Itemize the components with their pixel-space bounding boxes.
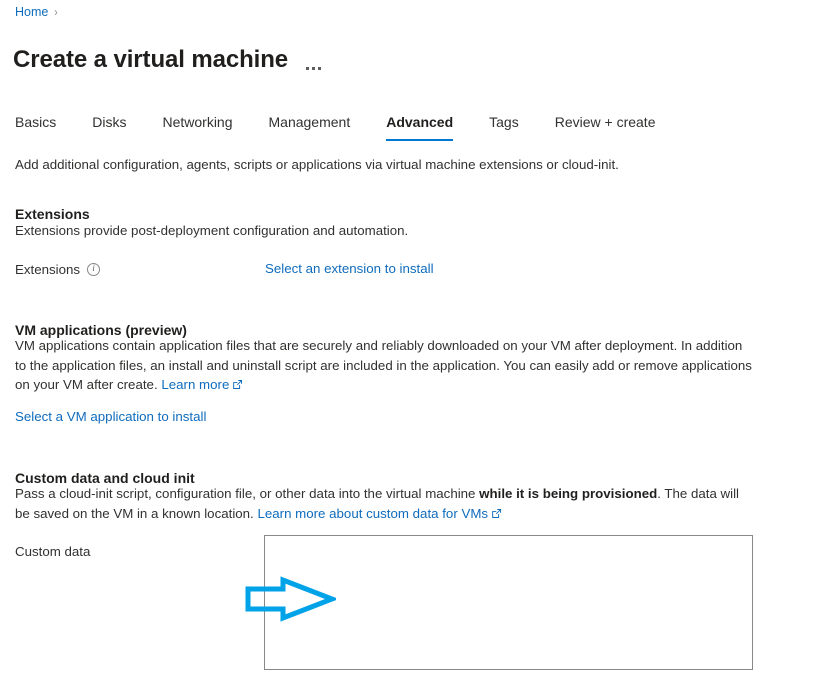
tab-networking[interactable]: Networking bbox=[162, 112, 232, 141]
external-link-icon bbox=[491, 505, 502, 525]
custom-data-description-emphasis: while it is being provisioned bbox=[479, 486, 658, 501]
vm-applications-description-text: VM applications contain application file… bbox=[15, 338, 752, 392]
tab-tags[interactable]: Tags bbox=[489, 112, 519, 141]
custom-data-description-part1: Pass a cloud-init script, configuration … bbox=[15, 486, 480, 501]
select-vm-application-to-install-link[interactable]: Select a VM application to install bbox=[15, 409, 206, 424]
wizard-tab-bar: Basics Disks Networking Management Advan… bbox=[15, 112, 656, 141]
custom-data-label-text: Custom data bbox=[15, 544, 91, 559]
select-vm-application-link-wrapper: Select a VM application to install bbox=[15, 407, 206, 426]
page-header: Create a virtual machine bbox=[13, 28, 325, 92]
tab-advanced[interactable]: Advanced bbox=[386, 112, 453, 141]
azure-create-vm-page: Home › Create a virtual machine Basics D… bbox=[0, 0, 837, 695]
custom-data-description: Pass a cloud-init script, configuration … bbox=[15, 484, 755, 524]
breadcrumb: Home › bbox=[15, 4, 58, 20]
external-link-icon bbox=[232, 376, 243, 396]
info-icon[interactable]: i bbox=[87, 263, 101, 276]
custom-data-field-label: Custom data bbox=[15, 542, 90, 561]
breadcrumb-chevron-right-icon: › bbox=[54, 5, 58, 19]
tab-management[interactable]: Management bbox=[269, 112, 351, 141]
tab-disks[interactable]: Disks bbox=[92, 112, 126, 141]
vm-applications-learn-more-link[interactable]: Learn more bbox=[161, 377, 229, 392]
extensions-field-label: Extensions i bbox=[15, 260, 101, 279]
select-extension-link-wrapper: Select an extension to install bbox=[265, 259, 434, 278]
more-options-button[interactable] bbox=[302, 52, 325, 74]
ellipsis-dot-icon bbox=[312, 67, 316, 71]
breadcrumb-link-home[interactable]: Home bbox=[15, 4, 48, 20]
custom-data-learn-more-link[interactable]: Learn more about custom data for VMs bbox=[257, 506, 488, 521]
vm-applications-description: VM applications contain application file… bbox=[15, 336, 755, 396]
ellipsis-dot-icon bbox=[318, 67, 322, 71]
extensions-description: Extensions provide post-deployment confi… bbox=[15, 223, 409, 238]
extensions-label-text: Extensions bbox=[15, 262, 81, 277]
tab-basics[interactable]: Basics bbox=[15, 112, 56, 141]
page-title: Create a virtual machine bbox=[13, 46, 289, 74]
tab-review-create[interactable]: Review + create bbox=[555, 112, 656, 141]
advanced-tab-intro-text: Add additional configuration, agents, sc… bbox=[15, 157, 619, 172]
ellipsis-dot-icon bbox=[306, 67, 310, 71]
select-extension-to-install-link[interactable]: Select an extension to install bbox=[265, 261, 434, 276]
custom-data-textarea[interactable] bbox=[264, 535, 753, 670]
